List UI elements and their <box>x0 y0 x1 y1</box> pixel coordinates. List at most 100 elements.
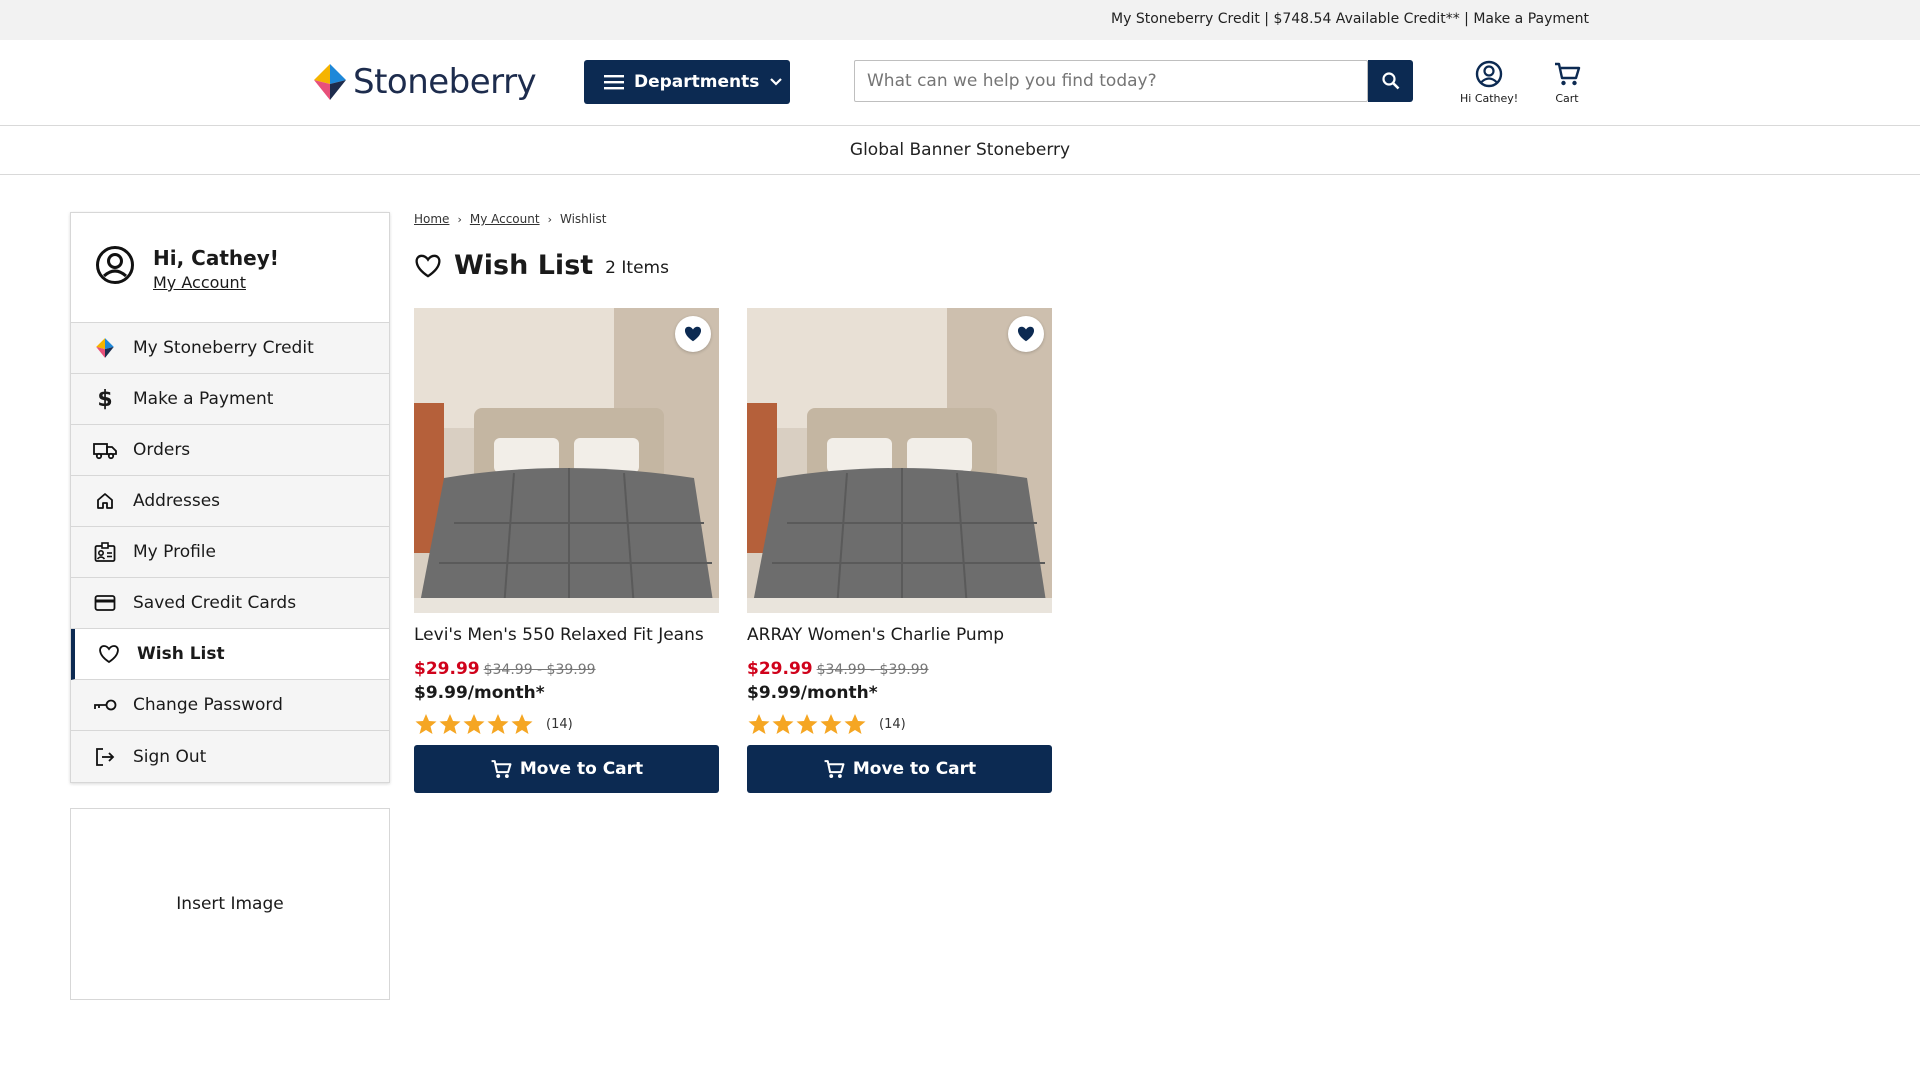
sidebar-item-label: Orders <box>133 440 191 460</box>
product-image[interactable] <box>747 308 1052 613</box>
cart-link[interactable]: Cart <box>1553 60 1581 105</box>
monthly-price: $9.99/month* <box>747 683 878 703</box>
greeting-heading: Hi, Cathey! <box>153 246 279 270</box>
account-circle-icon <box>1475 60 1503 88</box>
sale-price: $29.99 <box>414 659 480 679</box>
account-circle-icon <box>96 246 134 284</box>
breadcrumb: Home › My Account › Wishlist <box>414 212 606 226</box>
site-header: Stoneberry Departments Hi Cathey! Cart <box>0 40 1920 126</box>
star-icon <box>820 714 842 734</box>
star-icon <box>844 714 866 734</box>
stoneberry-logo-icon <box>314 64 346 100</box>
star-icon <box>796 714 818 734</box>
search-input[interactable] <box>867 71 1337 91</box>
sidebar-item-orders[interactable]: Orders <box>71 425 389 476</box>
original-price: $34.99 - $39.99 <box>483 662 596 678</box>
global-banner-text: Global Banner Stoneberry <box>849 140 1071 160</box>
key-icon <box>93 693 117 717</box>
review-count: (14) <box>879 716 906 732</box>
star-icon <box>463 714 485 734</box>
menu-icon <box>604 75 624 90</box>
insert-image-text: Insert Image <box>176 894 284 914</box>
star-icon <box>487 714 509 734</box>
star-icon <box>511 714 533 734</box>
utility-bar: My Stoneberry Credit | $748.54 Available… <box>0 0 1920 40</box>
global-banner[interactable]: Global Banner Stoneberry <box>0 126 1920 175</box>
product-card: Levi's Men's 550 Relaxed Fit Jeans $29.9… <box>414 308 719 793</box>
product-prices: $29.99 $34.99 - $39.99 <box>747 659 1052 679</box>
sidebar-item-label: Sign Out <box>133 746 207 767</box>
sidebar-item-change-password[interactable]: Change Password <box>71 680 389 731</box>
move-to-cart-label: Move to Cart <box>519 759 644 779</box>
star-icon <box>415 714 437 734</box>
stoneberry-logo-icon <box>93 336 117 360</box>
truck-icon <box>93 438 117 462</box>
cart-icon <box>824 760 845 778</box>
product-image[interactable] <box>414 308 719 613</box>
cart-icon <box>1555 62 1581 86</box>
sidebar-item-label: Wish List <box>137 644 225 664</box>
sidebar-item-label: My Stoneberry Credit <box>133 338 314 358</box>
credit-info-text[interactable]: My Stoneberry Credit | $748.54 Available… <box>1111 11 1589 27</box>
monthly-price: $9.99/month* <box>414 683 545 703</box>
sale-price: $29.99 <box>747 659 813 679</box>
star-icon <box>772 714 794 734</box>
product-rating[interactable]: (14) <box>747 713 1052 735</box>
home-icon <box>93 489 117 513</box>
cart-label: Cart <box>1555 92 1579 105</box>
sidebar-item-my-profile[interactable]: My Profile <box>71 527 389 578</box>
sidebar-item-wish-list[interactable]: Wish List <box>71 629 389 680</box>
original-price: $34.99 - $39.99 <box>816 662 929 678</box>
account-menu[interactable]: Hi Cathey! <box>1460 60 1518 105</box>
search-icon <box>1381 72 1399 90</box>
search-button[interactable] <box>1368 60 1413 102</box>
sign-out-icon <box>93 745 117 769</box>
sidebar-item-stoneberry-credit[interactable]: My Stoneberry Credit <box>71 323 389 374</box>
chevron-right-icon: › <box>547 212 552 226</box>
sidebar-item-make-payment[interactable]: $ Make a Payment <box>71 374 389 425</box>
chevron-right-icon: › <box>457 212 462 226</box>
sidebar-item-label: Make a Payment <box>133 389 274 409</box>
heart-icon <box>97 642 121 666</box>
move-to-cart-label: Move to Cart <box>852 759 977 779</box>
departments-label: Departments <box>634 72 760 92</box>
breadcrumb-home[interactable]: Home <box>414 212 449 226</box>
sidebar-item-saved-cards[interactable]: Saved Credit Cards <box>71 578 389 629</box>
star-icon <box>748 714 770 734</box>
logo-wordmark: Stoneberry <box>353 62 537 102</box>
review-count: (14) <box>546 716 573 732</box>
product-name[interactable]: Levi's Men's 550 Relaxed Fit Jeans <box>414 625 719 645</box>
star-rating <box>747 713 867 735</box>
sidebar-item-label: My Profile <box>133 542 216 562</box>
credit-card-icon <box>93 591 117 615</box>
account-sidebar: Hi, Cathey! My Account My Stoneberry Cre… <box>70 212 390 783</box>
id-card-icon <box>93 540 117 564</box>
heart-icon <box>415 254 441 278</box>
sidebar-item-label: Change Password <box>133 695 283 715</box>
departments-button[interactable]: Departments <box>584 60 790 104</box>
star-icon <box>439 714 461 734</box>
move-to-cart-button[interactable]: Move to Cart <box>414 745 719 793</box>
dollar-icon: $ <box>97 386 113 412</box>
sidebar-greeting: Hi, Cathey! My Account <box>71 213 389 323</box>
stoneberry-logo[interactable]: Stoneberry <box>311 62 537 102</box>
page-heading: Wish List <box>454 250 594 281</box>
my-account-link[interactable]: My Account <box>153 273 246 292</box>
item-count: 2 Items <box>605 257 669 278</box>
insert-image-placeholder: Insert Image <box>70 808 390 1000</box>
heart-filled-icon <box>1017 326 1035 342</box>
product-name[interactable]: ARRAY Women's Charlie Pump <box>747 625 1052 645</box>
search-box <box>854 60 1368 102</box>
sidebar-item-sign-out[interactable]: Sign Out <box>71 731 389 782</box>
sidebar-item-addresses[interactable]: Addresses <box>71 476 389 527</box>
product-card: ARRAY Women's Charlie Pump $29.99 $34.99… <box>747 308 1052 793</box>
remove-from-wishlist-button[interactable] <box>1008 316 1044 352</box>
heart-filled-icon <box>684 326 702 342</box>
move-to-cart-button[interactable]: Move to Cart <box>747 745 1052 793</box>
remove-from-wishlist-button[interactable] <box>675 316 711 352</box>
cart-icon <box>491 760 512 778</box>
product-rating[interactable]: (14) <box>414 713 719 735</box>
breadcrumb-my-account[interactable]: My Account <box>470 212 540 226</box>
chevron-down-icon <box>770 78 783 86</box>
account-label: Hi Cathey! <box>1460 92 1519 105</box>
